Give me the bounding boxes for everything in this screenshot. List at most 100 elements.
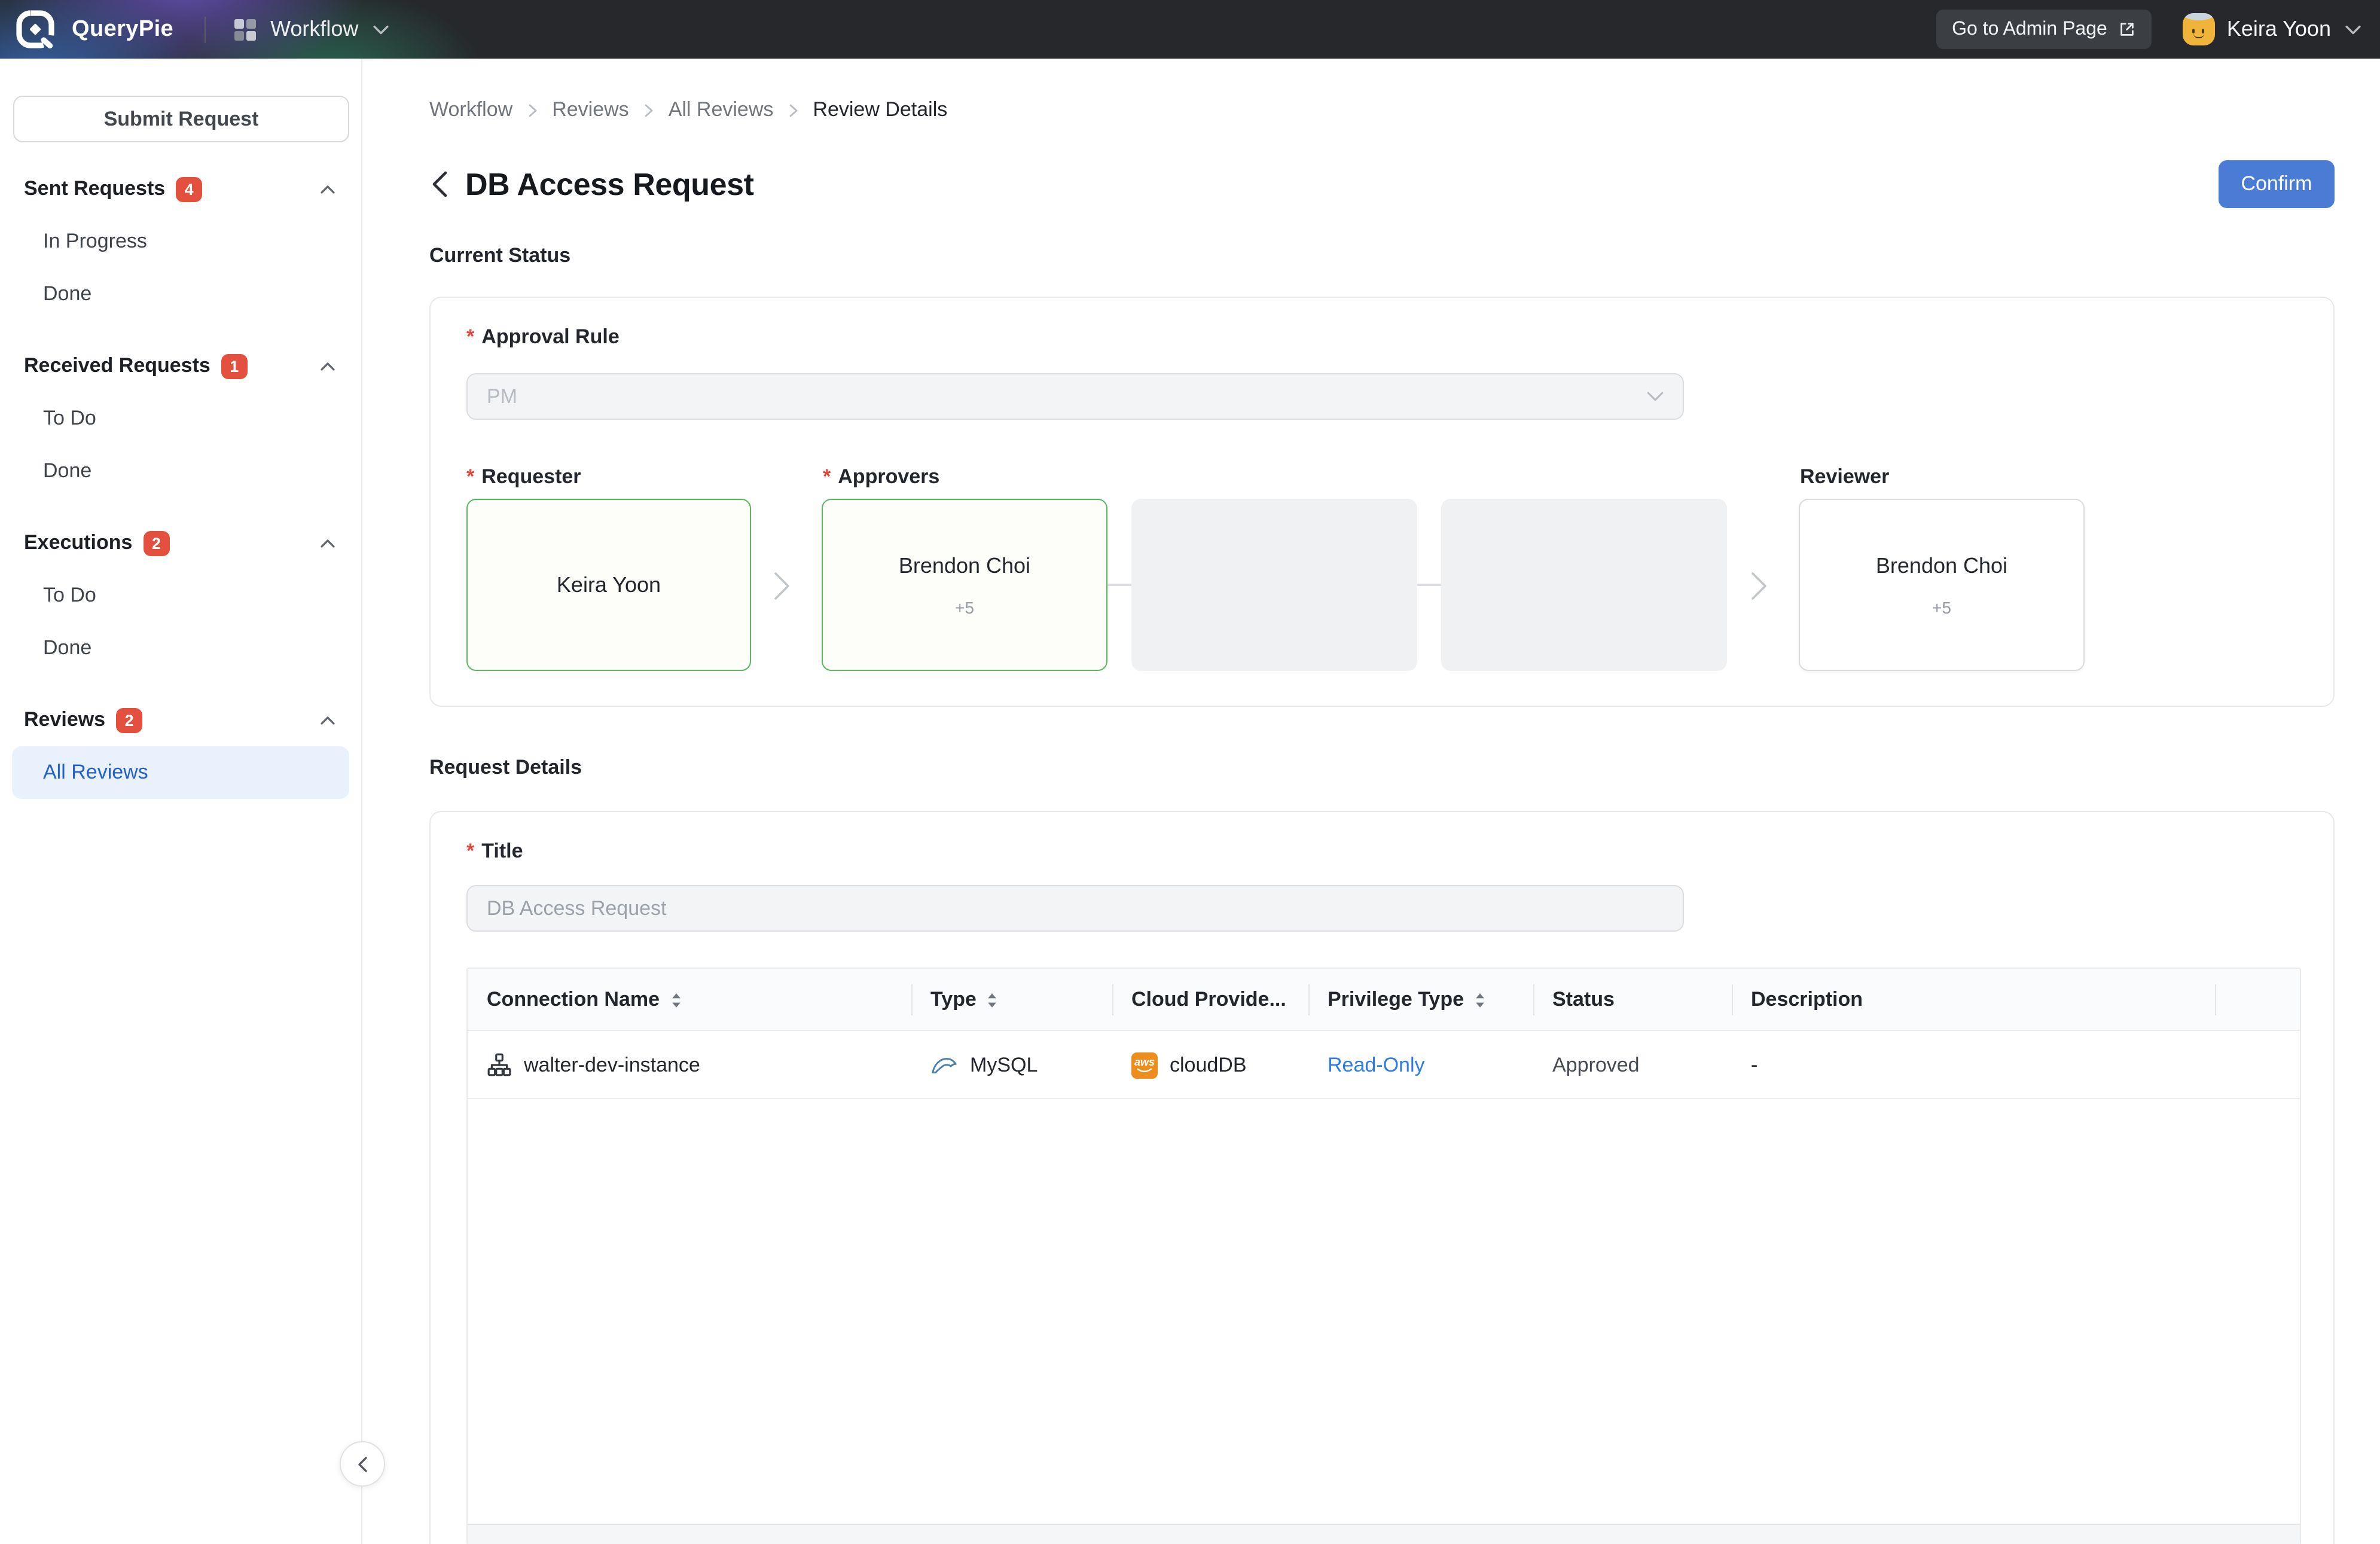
breadcrumb-all-reviews[interactable]: All Reviews bbox=[669, 98, 774, 122]
count-badge: 2 bbox=[116, 707, 143, 733]
reviewer-extra-count: +5 bbox=[1932, 597, 1951, 617]
required-asterisk: * bbox=[466, 465, 475, 488]
sidebar-item-done[interactable]: Done bbox=[0, 445, 361, 498]
required-asterisk: * bbox=[466, 325, 475, 348]
breadcrumb-workflow[interactable]: Workflow bbox=[429, 98, 512, 122]
go-to-admin-page-button[interactable]: Go to Admin Page bbox=[1936, 10, 2152, 49]
approval-rule-select[interactable]: PM bbox=[466, 373, 1684, 420]
column-header-connection-name[interactable]: Connection Name bbox=[468, 969, 911, 1031]
column-header-description: Description bbox=[1751, 988, 1863, 1011]
requester-label: * Requester bbox=[466, 465, 581, 488]
count-badge: 2 bbox=[143, 530, 170, 556]
flow-arrow-icon bbox=[1752, 572, 1766, 600]
brand-name: QueryPie bbox=[72, 16, 174, 41]
table-footer bbox=[468, 1524, 2300, 1544]
flow-connector bbox=[1107, 584, 1131, 586]
approver-placeholder-card bbox=[1441, 499, 1727, 671]
chevron-left-icon bbox=[358, 1456, 367, 1472]
sidebar-item-to-do[interactable]: To Do bbox=[0, 392, 361, 445]
chevron-left-icon bbox=[432, 171, 447, 197]
user-menu[interactable]: Keira Yoon bbox=[2152, 13, 2361, 45]
required-asterisk: * bbox=[466, 840, 475, 862]
approver-placeholder-card bbox=[1131, 499, 1417, 671]
connection-name-cell: walter-dev-instance bbox=[468, 1031, 911, 1099]
reviewer-name: Brendon Choi bbox=[1875, 553, 2008, 577]
privilege-type-link[interactable]: Read-Only bbox=[1308, 1031, 1533, 1099]
requester-card: Keira Yoon bbox=[466, 499, 751, 671]
chevron-up-icon bbox=[321, 539, 335, 547]
description-cell: - bbox=[1751, 1053, 1758, 1076]
type-cell: MySQL bbox=[911, 1031, 1112, 1099]
chevron-right-icon bbox=[528, 103, 536, 117]
sort-icon bbox=[1476, 993, 1484, 1007]
required-asterisk: * bbox=[823, 465, 831, 488]
sidebar-item-all-reviews[interactable]: All Reviews bbox=[12, 746, 349, 799]
app-switcher[interactable]: Workflow bbox=[234, 17, 389, 42]
approver-card: Brendon Choi +5 bbox=[822, 499, 1107, 671]
sidebar-section-executions[interactable]: Executions 2 bbox=[0, 517, 361, 569]
user-avatar bbox=[2182, 13, 2215, 45]
sidebar-section-reviews[interactable]: Reviews 2 bbox=[0, 694, 361, 746]
sidebar-section-received-requests[interactable]: Received Requests 1 bbox=[0, 340, 361, 392]
reviewer-label: Reviewer bbox=[1800, 465, 1890, 488]
column-header-cloud-provider[interactable]: Cloud Provide... bbox=[1112, 969, 1308, 1031]
table-header: Connection Name Type Cloud Provide... Pr… bbox=[468, 969, 2300, 1031]
title-label: * Title bbox=[466, 840, 523, 862]
chevron-up-icon bbox=[321, 362, 335, 370]
column-header-privilege-type[interactable]: Privilege Type bbox=[1308, 969, 1533, 1031]
sidebar: Submit Request Sent Requests 4 In Progre… bbox=[0, 59, 362, 1544]
chevron-down-icon bbox=[373, 25, 389, 34]
reviewer-card: Brendon Choi +5 bbox=[1799, 499, 2085, 671]
sidebar-section-sent-requests[interactable]: Sent Requests 4 bbox=[0, 163, 361, 215]
current-status-heading: Current Status bbox=[429, 244, 571, 267]
chevron-up-icon bbox=[321, 185, 335, 193]
back-button[interactable] bbox=[432, 171, 447, 197]
flow-arrow-icon bbox=[774, 572, 789, 600]
app-window: QueryPie Workflow Go to Admin Page Keira… bbox=[0, 0, 2380, 1544]
sort-icon bbox=[672, 993, 680, 1007]
column-header-status: Status bbox=[1552, 988, 1615, 1011]
main-content: Workflow Reviews All Reviews Review Deta… bbox=[362, 59, 2380, 1544]
confirm-button[interactable]: Confirm bbox=[2219, 160, 2335, 208]
breadcrumb: Workflow Reviews All Reviews Review Deta… bbox=[429, 98, 947, 122]
querypie-logo-icon bbox=[16, 10, 55, 49]
approver-extra-count: +5 bbox=[955, 597, 974, 617]
requester-name: Keira Yoon bbox=[556, 572, 661, 596]
breadcrumb-reviews[interactable]: Reviews bbox=[552, 98, 629, 122]
status-cell: Approved bbox=[1552, 1053, 1640, 1076]
topbar-divider bbox=[205, 16, 206, 42]
page-title: DB Access Request bbox=[465, 166, 754, 202]
cloud-provider-cell: aws cloudDB bbox=[1112, 1031, 1308, 1099]
external-link-icon bbox=[2120, 23, 2134, 36]
chevron-down-icon bbox=[1647, 392, 1664, 401]
table-row[interactable]: walter-dev-instance MySQL aws cloudDB Re… bbox=[468, 1031, 2300, 1099]
sidebar-nav: Sent Requests 4 In Progress Done Receive… bbox=[0, 163, 361, 799]
chevron-down-icon bbox=[2345, 25, 2361, 34]
sidebar-item-to-do[interactable]: To Do bbox=[0, 569, 361, 622]
approval-rule-label: * Approval Rule bbox=[466, 325, 620, 348]
topbar: QueryPie Workflow Go to Admin Page Keira… bbox=[0, 0, 2380, 59]
sidebar-item-done[interactable]: Done bbox=[0, 622, 361, 675]
chevron-right-icon bbox=[789, 103, 797, 117]
user-name: Keira Yoon bbox=[2226, 17, 2331, 41]
sidebar-item-done[interactable]: Done bbox=[0, 268, 361, 321]
title-input[interactable] bbox=[466, 885, 1684, 932]
grid-icon bbox=[234, 19, 257, 40]
approvers-label: * Approvers bbox=[823, 465, 940, 488]
sidebar-item-in-progress[interactable]: In Progress bbox=[0, 215, 361, 268]
chevron-up-icon bbox=[321, 716, 335, 724]
submit-request-button[interactable]: Submit Request bbox=[13, 96, 349, 142]
aws-icon: aws bbox=[1131, 1052, 1158, 1078]
request-details-heading: Request Details bbox=[429, 756, 582, 779]
sitemap-icon bbox=[487, 1053, 511, 1076]
column-header-type[interactable]: Type bbox=[911, 969, 1112, 1031]
sidebar-collapse-button[interactable] bbox=[340, 1441, 385, 1487]
sort-icon bbox=[988, 993, 997, 1007]
count-badge: 1 bbox=[221, 353, 248, 379]
chevron-right-icon bbox=[645, 103, 653, 117]
current-status-card: * Approval Rule PM * Requester * Approve… bbox=[429, 297, 2335, 707]
breadcrumb-review-details: Review Details bbox=[813, 98, 948, 121]
mysql-dolphin-icon bbox=[932, 1058, 957, 1073]
request-details-card: * Title Connection Name Type Cloud Provi… bbox=[429, 811, 2335, 1544]
app-name: Workflow bbox=[270, 17, 359, 41]
